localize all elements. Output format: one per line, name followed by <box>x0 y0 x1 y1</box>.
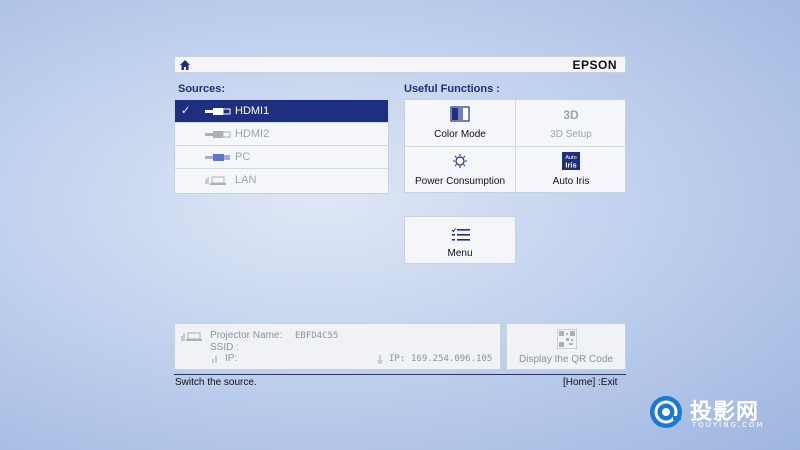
watermark-logo-icon <box>650 396 682 428</box>
hdmi-connector-icon <box>205 131 231 138</box>
source-item-hdmi1[interactable]: ✓ HDMI1 <box>175 100 388 123</box>
source-label: LAN <box>235 174 257 186</box>
watermark: 投影网 TOUYING.COM <box>648 392 788 432</box>
function-label: Color Mode <box>434 129 486 140</box>
brand-logo: EPSON <box>572 58 617 72</box>
check-icon: ✓ <box>181 105 191 117</box>
exit-hint: [Home] :Exit <box>563 377 618 388</box>
color-mode-button[interactable]: Color Mode <box>405 100 515 146</box>
qr-code-button[interactable]: Display the QR Code <box>506 323 626 370</box>
wireless-ip-label: IP: <box>225 353 238 364</box>
function-label: Auto Iris <box>552 176 590 187</box>
sources-title: Sources: <box>178 83 226 95</box>
menu-label: Menu <box>447 248 473 259</box>
ssid-label: SSID : <box>210 342 239 353</box>
function-label: Power Consumption <box>414 176 506 187</box>
svg-text:Iris: Iris <box>565 161 576 170</box>
source-label: PC <box>235 151 251 163</box>
lan-icon <box>205 176 226 185</box>
network-info-panel: Projector Name: EBFD4C55 SSID : IP: IP: … <box>174 323 501 370</box>
wired-network-icon <box>377 355 383 364</box>
lightbulb-icon <box>453 154 467 168</box>
vga-connector-icon <box>205 154 230 161</box>
svg-text:3D: 3D <box>563 108 579 122</box>
color-mode-icon <box>450 106 470 122</box>
home-icon[interactable] <box>179 59 191 71</box>
status-divider <box>174 374 626 375</box>
3d-icon: 3D <box>563 108 579 122</box>
lan-icon <box>181 332 202 341</box>
menu-list-icon <box>451 228 470 241</box>
power-consumption-button[interactable]: Power Consumption <box>405 147 515 193</box>
auto-iris-button[interactable]: Auto Iris Auto Iris <box>516 147 626 193</box>
wired-ip-value: 169.254.096.105 <box>411 354 493 364</box>
header-bar: EPSON <box>174 56 626 73</box>
projector-name-value: EBFD4C55 <box>295 331 339 341</box>
functions-grid: Color Mode 3D 3D Setup Power Consumption… <box>404 99 626 193</box>
source-label: HDMI1 <box>235 105 270 117</box>
source-label: HDMI2 <box>235 128 270 140</box>
sources-list: ✓ HDMI1 HDMI2 PC LAN <box>174 99 389 194</box>
watermark-subtext: TOUYING.COM <box>692 421 765 429</box>
function-label: 3D Setup <box>550 129 592 140</box>
source-item-lan[interactable]: LAN <box>175 169 388 192</box>
functions-title: Useful Functions : <box>404 83 500 95</box>
projector-name-label: Projector Name: <box>210 330 283 341</box>
hdmi-connector-icon <box>205 108 231 115</box>
wireless-icon <box>212 356 217 363</box>
menu-button[interactable]: Menu <box>404 216 516 264</box>
qr-code-icon <box>557 329 577 349</box>
auto-iris-icon: Auto Iris <box>562 152 580 170</box>
wired-ip-label: IP: <box>389 354 406 364</box>
status-hint: Switch the source. <box>175 377 257 388</box>
source-item-hdmi2[interactable]: HDMI2 <box>175 123 388 146</box>
3d-setup-button[interactable]: 3D 3D Setup <box>516 100 626 146</box>
qr-code-label: Display the QR Code <box>519 354 613 365</box>
source-item-pc[interactable]: PC <box>175 146 388 169</box>
